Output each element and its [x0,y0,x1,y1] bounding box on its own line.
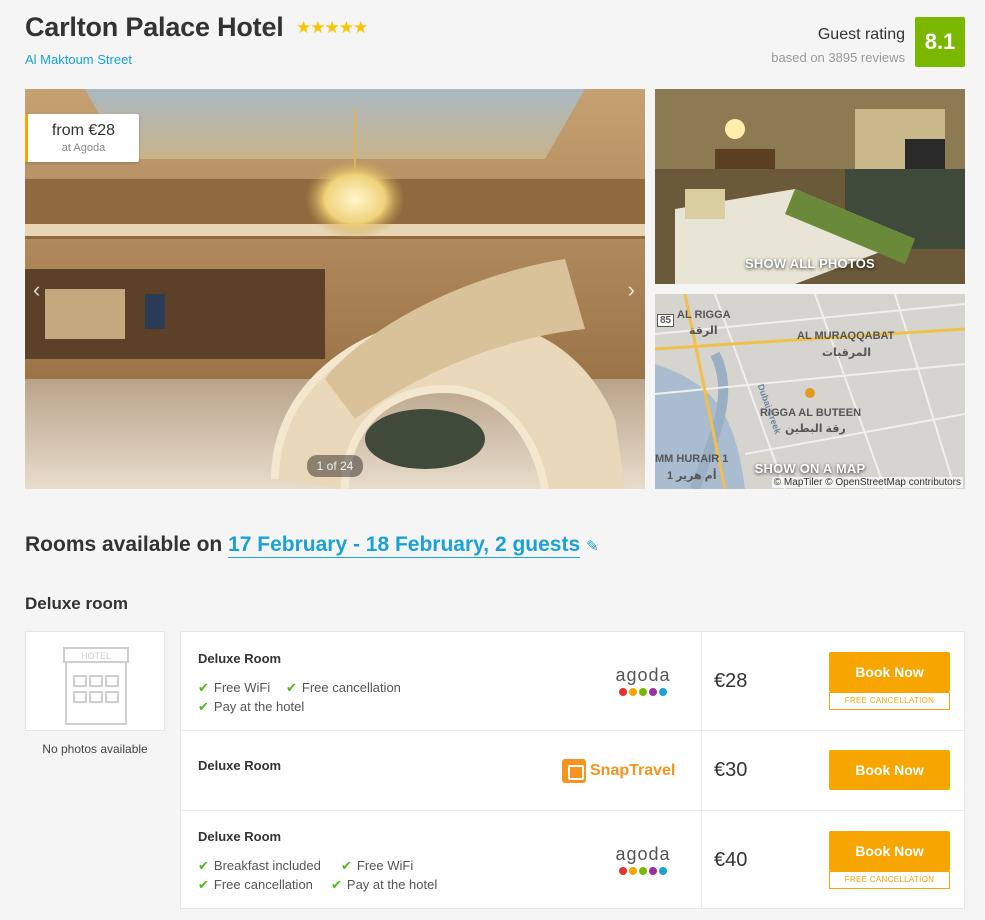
rating-text: Guest rating based on 3895 reviews [771,26,905,65]
free-cancellation-badge: FREE CANCELLATION [829,692,950,710]
agoda-logo-text: agoda [615,844,671,864]
map-label-al-muraqqabat-ar: المرقبات [822,347,871,359]
map-attribution: © MapTiler © OpenStreetMap contributors [771,477,963,488]
price-source: at Agoda [61,142,106,154]
check-icon: ✔ [286,680,297,695]
map-label-rigga-al-buteen-ar: رقة البطين [785,423,846,435]
map-road-number: 85 [657,314,675,327]
offer-price: €28 [714,670,748,692]
amenity-label: Pay at the hotel [346,877,438,892]
main-hotel-photo[interactable]: from €28 at Agoda ‹ › 1 of 24 [25,89,645,489]
book-now-button[interactable]: Book Now [829,652,950,692]
free-cancellation-badge: FREE CANCELLATION [829,871,950,889]
rating-score-badge: 8.1 [915,17,965,67]
amenity-label: Pay at the hotel [213,699,305,714]
amenity-item: ✔ Free WiFi [341,858,413,874]
snaptravel-logo-text: SnapTravel [590,762,676,779]
no-photos-text: No photos available [42,742,148,756]
amenity-label: Free WiFi [213,680,271,695]
offer-divider [701,731,702,810]
check-icon: ✔ [198,858,209,873]
guest-rating: Guest rating based on 3895 reviews 8.1 [755,17,965,67]
room-photo-thumbnail[interactable]: SHOW ALL PHOTOS [655,89,965,284]
amenity-label: Free cancellation [213,877,313,892]
amenity-item: ✔ Free cancellation [286,680,401,696]
check-icon: ✔ [198,680,209,695]
agoda-dots-icon [613,688,673,696]
amenity-label: Free WiFi [356,858,414,873]
offer-row: Deluxe Room ✔ Breakfast included ✔ Free Wi… [181,811,966,910]
hotel-sign-text: HOTEL [81,651,111,661]
hotel-name: Carlton Palace Hotel [25,12,284,42]
offer-price: €40 [714,849,748,871]
show-all-photos-label[interactable]: SHOW ALL PHOTOS [655,256,965,271]
amenity-label: Breakfast included [213,858,321,873]
offer-price: €30 [714,759,748,781]
check-icon: ✔ [198,877,209,892]
rooms-heading-prefix: Rooms available on [25,533,229,556]
rooms-heading: Rooms available on 17 February - 18 Febr… [25,533,599,558]
location-map[interactable]: 85 AL RIGGA الرقة AL MURAQQABAT المرقبات… [655,294,965,489]
show-on-map-label[interactable]: SHOW ON A MAP [655,461,965,476]
map-label-al-rigga-ar: الرقة [689,325,718,337]
agoda-logo: agoda [613,845,673,875]
hotel-building-icon: HOTEL [63,647,129,725]
bedroom-photo-illustration [655,89,965,284]
book-now-button[interactable]: Book Now [829,750,950,790]
next-photo-arrow-icon[interactable]: › [628,277,635,303]
offer-row: Deluxe Room SnapTravel €30 Book Now [181,731,966,811]
amenity-item: ✔ Pay at the hotel [198,699,304,715]
map-label-al-rigga: AL RIGGA [677,309,731,321]
map-label-al-muraqqabat: AL MURAQQABAT [797,330,895,342]
snaptravel-logo-icon [562,759,586,783]
offer-divider [701,632,702,730]
hotel-address-link[interactable]: Al Maktoum Street [25,52,132,67]
check-icon: ✔ [198,699,209,714]
check-icon: ✔ [331,877,342,892]
amenity-label: Free cancellation [301,680,401,695]
price-tag: from €28 at Agoda [25,114,139,162]
room-offers-table: Deluxe Room ✔ Free WiFi ✔ Free cancellatio… [180,631,966,910]
offer-room-name: Deluxe Room [198,758,282,773]
offer-room-name: Deluxe Room [198,829,282,844]
agoda-logo-text: agoda [615,665,671,685]
star-rating-icon: ★★★★★ [296,17,368,37]
prev-photo-arrow-icon[interactable]: ‹ [33,277,40,303]
amenity-item: ✔ Free cancellation [198,877,313,893]
snaptravel-logo: SnapTravel [562,759,675,783]
price-from: from €28 [51,122,116,139]
book-now-button[interactable]: Book Now [829,831,950,871]
hotel-header: Carlton Palace Hotel ★★★★★ Al Maktoum St… [25,12,965,72]
rating-title: Guest rating [817,26,905,43]
room-photo-placeholder: HOTEL [25,631,165,731]
offer-room-name: Deluxe Room [198,651,282,666]
offer-divider [701,811,702,910]
agoda-logo: agoda [613,666,673,696]
photo-counter: 1 of 24 [307,455,363,477]
rating-reviews: based on 3895 reviews [771,50,905,65]
check-icon: ✔ [341,858,352,873]
amenity-item: ✔ Pay at the hotel [331,877,437,893]
amenity-item: ✔ Free WiFi [198,680,270,696]
room-type-title: Deluxe room [25,594,128,613]
rooms-dates-link[interactable]: 17 February - 18 February, 2 guests [228,533,581,558]
amenity-item: ✔ Breakfast included [198,858,321,874]
agoda-dots-icon [613,867,673,875]
edit-pencil-icon[interactable]: ✎ [586,538,599,555]
offer-row: Deluxe Room ✔ Free WiFi ✔ Free cancellatio… [181,632,966,731]
